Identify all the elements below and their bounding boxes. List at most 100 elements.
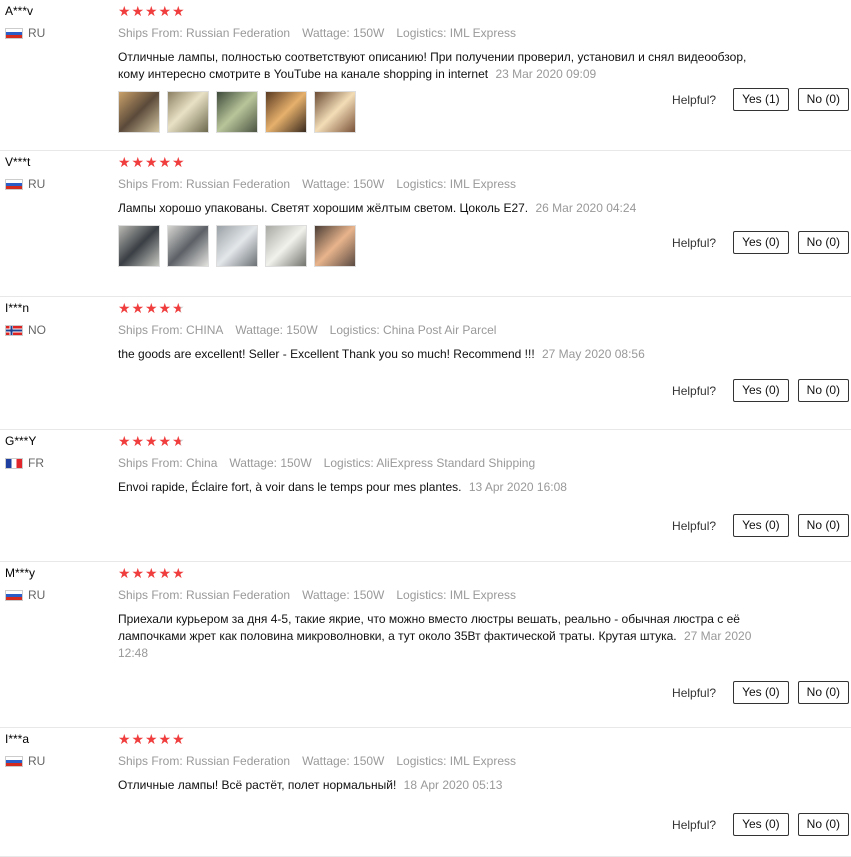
helpful-no-button[interactable]: No (0) xyxy=(797,379,849,402)
review-item: M***y RU ★★★★★ Ships From: Russian Federati… xyxy=(0,562,851,728)
review-text-block: Envoi rapide, Éclaire fort, à voir dans … xyxy=(118,479,768,496)
star-icon: ★ xyxy=(158,300,172,316)
logistics-value: IML Express xyxy=(449,588,516,602)
country-flag-icon xyxy=(5,178,23,190)
ships-from-label: Ships From: xyxy=(118,588,183,602)
country-code: RU xyxy=(28,588,46,602)
country-code: FR xyxy=(28,456,44,470)
helpful-controls: Helpful? Yes (0) No (0) xyxy=(672,813,849,836)
review-text: Envoi rapide, Éclaire fort, à voir dans … xyxy=(118,480,462,494)
reviewer-country: NO xyxy=(5,323,105,337)
review-date: 26 Mar 2020 04:24 xyxy=(535,201,637,215)
review-attributes: Ships From: Russian Federation Wattage: 1… xyxy=(118,588,768,602)
review-photo-thumbnail[interactable] xyxy=(314,225,356,267)
star-rating: ★★★★★ xyxy=(118,732,768,746)
review-text: Приехали курьером за дня 4-5, такие якри… xyxy=(118,612,740,643)
logistics-value: IML Express xyxy=(449,754,516,768)
helpful-no-button[interactable]: No (0) xyxy=(797,813,849,836)
helpful-controls: Helpful? Yes (0) No (0) xyxy=(672,231,849,254)
wattage-label: Wattage: xyxy=(302,26,350,40)
review-item: G***Y FR ★★★★★ Ships From: China Wattage: 15… xyxy=(0,430,851,562)
helpful-label: Helpful? xyxy=(672,383,717,398)
wattage-label: Wattage: xyxy=(302,588,350,602)
review-date: 23 Mar 2020 09:09 xyxy=(495,67,597,81)
helpful-no-button[interactable]: No (0) xyxy=(797,88,849,111)
helpful-yes-button[interactable]: Yes (0) xyxy=(733,231,789,254)
reviewer-country: RU xyxy=(5,26,105,40)
logistics-label: Logistics: xyxy=(396,588,447,602)
star-icon: ★ xyxy=(131,3,145,19)
reviewer-country: FR xyxy=(5,456,105,470)
reviewer-name: I***n xyxy=(5,301,30,315)
helpful-yes-button[interactable]: Yes (0) xyxy=(733,813,789,836)
wattage-value: 150W xyxy=(353,588,385,602)
review-photos xyxy=(118,91,768,133)
star-icon: ★ xyxy=(131,300,145,316)
reviewer-country: RU xyxy=(5,754,105,768)
review-item: I***a RU ★★★★★ Ships From: Russian Federati… xyxy=(0,728,851,857)
star-icon: ★ xyxy=(172,300,185,316)
review-photo-thumbnail[interactable] xyxy=(118,91,160,133)
reviewer-info: V***t RU xyxy=(5,155,105,191)
star-rating: ★★★★★ xyxy=(118,301,768,315)
wattage-label: Wattage: xyxy=(235,323,283,337)
star-rating: ★★★★★ xyxy=(118,4,768,18)
ships-from-value: Russian Federation xyxy=(186,26,291,40)
helpful-yes-button[interactable]: Yes (0) xyxy=(733,681,789,704)
wattage-value: 150W xyxy=(286,323,318,337)
ships-from-label: Ships From: xyxy=(118,26,183,40)
helpful-label: Helpful? xyxy=(672,685,717,700)
logistics-label: Logistics: xyxy=(396,754,447,768)
helpful-controls: Helpful? Yes (0) No (0) xyxy=(672,379,849,402)
helpful-no-button[interactable]: No (0) xyxy=(797,514,849,537)
helpful-no-button[interactable]: No (0) xyxy=(797,681,849,704)
review-photo-thumbnail[interactable] xyxy=(314,91,356,133)
review-photo-thumbnail[interactable] xyxy=(167,91,209,133)
star-icon: ★ xyxy=(118,433,131,449)
reviewer-info: M***y RU xyxy=(5,566,105,602)
review-photo-thumbnail[interactable] xyxy=(118,225,160,267)
wattage-value: 150W xyxy=(353,754,385,768)
review-text-block: the goods are excellent! Seller - Excell… xyxy=(118,346,768,363)
star-icon: ★ xyxy=(158,154,172,170)
country-flag-icon xyxy=(5,324,23,336)
reviewer-info: I***a RU xyxy=(5,732,105,768)
wattage-value: 150W xyxy=(353,26,385,40)
country-flag-icon xyxy=(5,589,23,601)
review-body: ★★★★★ Ships From: Russian Federation Watta… xyxy=(118,4,768,133)
review-photo-thumbnail[interactable] xyxy=(265,225,307,267)
helpful-no-button[interactable]: No (0) xyxy=(797,231,849,254)
star-icon: ★ xyxy=(118,3,131,19)
helpful-yes-button[interactable]: Yes (0) xyxy=(733,379,789,402)
review-photo-thumbnail[interactable] xyxy=(167,225,209,267)
review-photo-thumbnail[interactable] xyxy=(216,91,258,133)
wattage-label: Wattage: xyxy=(302,177,350,191)
logistics-label: Logistics: xyxy=(323,456,374,470)
star-icon: ★ xyxy=(172,731,185,747)
helpful-yes-button[interactable]: Yes (1) xyxy=(733,88,789,111)
star-rating: ★★★★★ xyxy=(118,566,768,580)
country-code: RU xyxy=(28,177,46,191)
review-body: ★★★★★ Ships From: CHINA Wattage: 150W Logis… xyxy=(118,301,768,363)
logistics-value: China Post Air Parcel xyxy=(383,323,497,337)
logistics-label: Logistics: xyxy=(396,26,447,40)
review-attributes: Ships From: China Wattage: 150W Logistics:… xyxy=(118,456,768,470)
country-code: NO xyxy=(28,323,46,337)
reviewer-name: A***v xyxy=(5,4,34,18)
review-body: ★★★★★ Ships From: China Wattage: 150W Logis… xyxy=(118,434,768,496)
star-icon: ★ xyxy=(158,433,172,449)
ships-from-value: Russian Federation xyxy=(186,177,291,191)
country-flag-icon xyxy=(5,457,23,469)
review-photo-thumbnail[interactable] xyxy=(265,91,307,133)
country-code: RU xyxy=(28,26,46,40)
review-photos xyxy=(118,225,768,267)
helpful-yes-button[interactable]: Yes (0) xyxy=(733,514,789,537)
star-icon: ★ xyxy=(131,565,145,581)
logistics-value: IML Express xyxy=(449,26,516,40)
ships-from-value: Russian Federation xyxy=(186,588,291,602)
star-rating: ★★★★★ xyxy=(118,155,768,169)
review-text: the goods are excellent! Seller - Excell… xyxy=(118,347,535,361)
review-photo-thumbnail[interactable] xyxy=(216,225,258,267)
review-text: Лампы хорошо упакованы. Светят хорошим ж… xyxy=(118,201,529,215)
review-body: ★★★★★ Ships From: Russian Federation Watta… xyxy=(118,155,768,267)
